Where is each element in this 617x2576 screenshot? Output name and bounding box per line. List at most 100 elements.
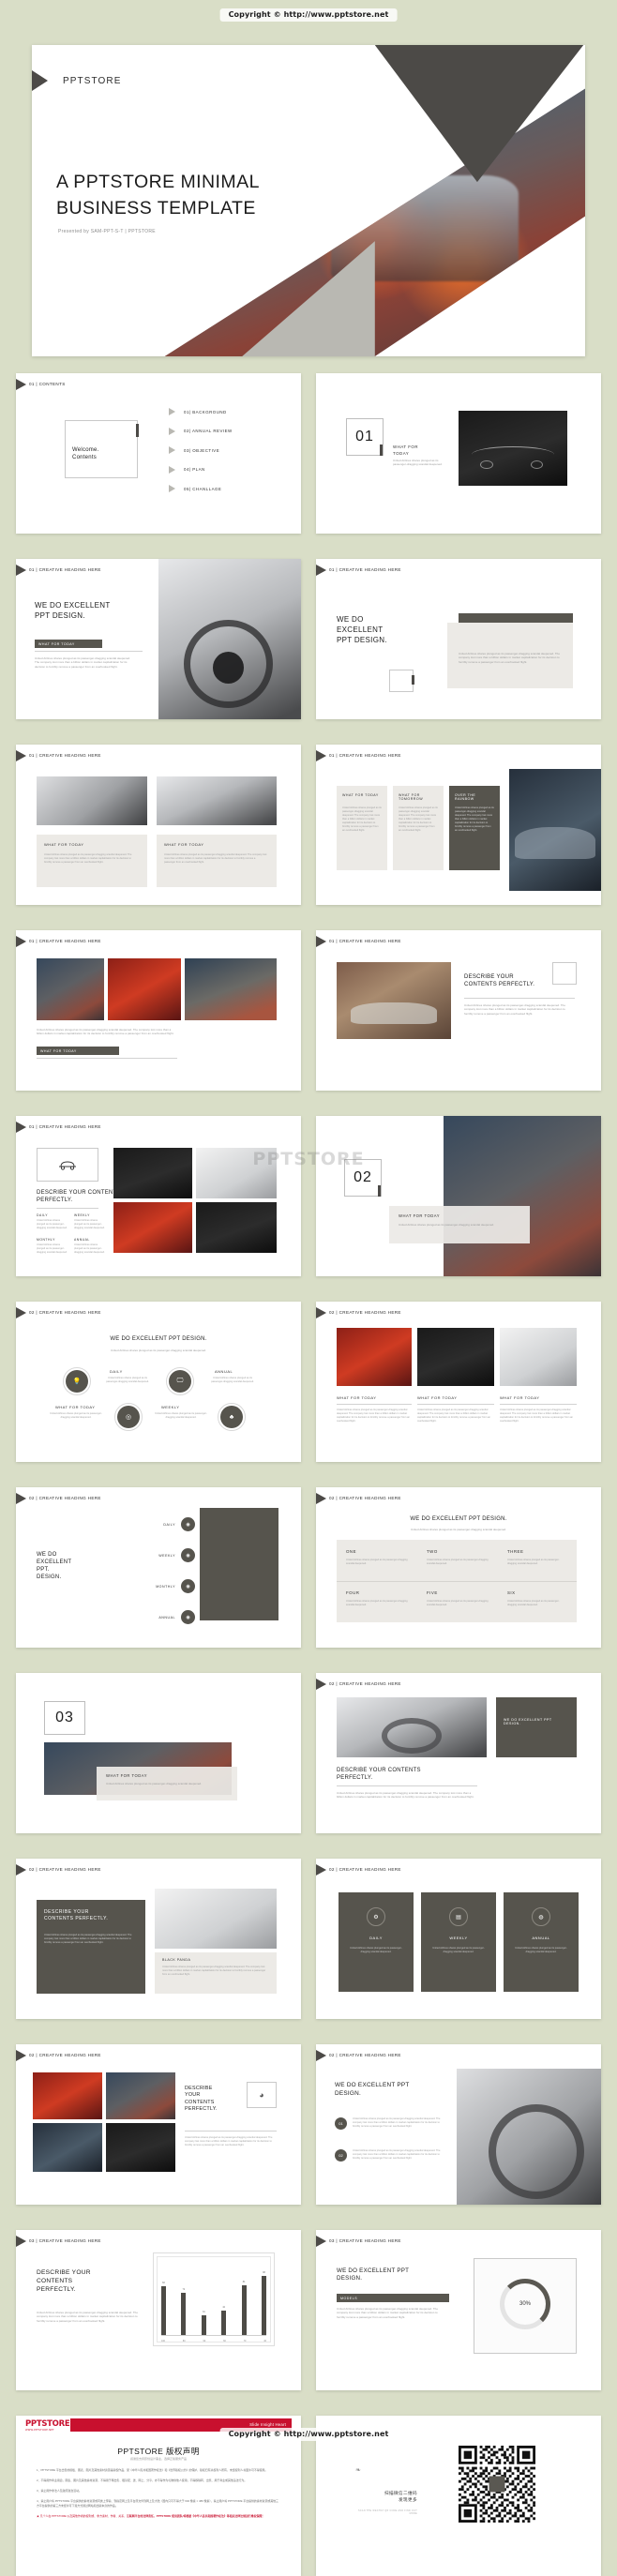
- column-title: WHAT FOR TODAY: [164, 842, 204, 847]
- slide-4a[interactable]: 01 | CREATIVE HEADING HERE WHAT FOR TODA…: [16, 930, 301, 1091]
- slide-contents[interactable]: 01 | CONTENTS Welcome. Contents 01| BACK…: [16, 373, 301, 534]
- slide-image: [108, 958, 181, 1020]
- bar: 84: [241, 2281, 247, 2336]
- slide-2b[interactable]: 01 | CREATIVE HEADING HERE WE DO EXCELLE…: [316, 559, 601, 719]
- location-icon: ◎: [117, 1406, 140, 1428]
- slide-image: [337, 1697, 487, 1757]
- steps-list: DAILY ◉ WEEKLY ◉ MONTHLY ◉ ANNUAL ◉: [119, 1517, 250, 1624]
- list-item-label: 04| PLAN: [184, 467, 205, 472]
- cover-title-line2: BUSINESS TEMPLATE: [56, 197, 256, 218]
- slide-image: [337, 962, 451, 1039]
- slide-title: WE DO EXCELLENT PPT DESIGN.: [335, 2082, 410, 2097]
- bulb-icon: 💡: [66, 1370, 88, 1393]
- cover-title-line1: A PPTSTORE MINIMAL: [56, 172, 260, 192]
- list-item-label: 02| ANNUAL REVIEW: [184, 429, 233, 433]
- column-title: WHAT FOR TODAY: [342, 793, 379, 797]
- slide-6b[interactable]: 02 | CREATIVE HEADING HERE WHAT FOR TODA…: [316, 1302, 601, 1462]
- slide-header: 02 | CREATIVE HEADING HERE: [29, 1496, 101, 1500]
- step-item[interactable]: ANNUAL ◉: [119, 1610, 250, 1624]
- slide-image: [33, 2123, 102, 2172]
- contents-card: Welcome. Contents: [72, 447, 99, 461]
- slide-image: [155, 1889, 277, 1949]
- chart-icon: ▤: [449, 1907, 468, 1926]
- cover-brand: PPTSTORE: [63, 76, 122, 86]
- step-item[interactable]: DAILY ◉: [119, 1517, 250, 1531]
- arrow-marker-icon: [16, 1493, 26, 1504]
- arrow-marker-icon: [16, 936, 26, 947]
- slide-chart[interactable]: 03 | CREATIVE HEADING HERE DESCRIBE YOUR…: [16, 2230, 301, 2390]
- item-label: WEEKLY: [161, 1405, 180, 1409]
- slide-image: [33, 2072, 102, 2119]
- slide-8b[interactable]: 02 | CREATIVE HEADING HERE WE DO EXCELLE…: [316, 1673, 601, 1833]
- arrow-marker-icon: [16, 2236, 26, 2247]
- slide-header: 01 | CREATIVE HEADING HERE: [29, 567, 101, 572]
- slide-header: 01 | CREATIVE HEADING HERE: [329, 753, 401, 758]
- arrow-marker-icon: [316, 2236, 326, 2247]
- arrow-marker-icon: [316, 936, 326, 947]
- bar: 42: [221, 2306, 227, 2336]
- qr-caption: 扫描微信二维码 发现更多: [384, 2491, 417, 2502]
- list-item[interactable]: 02| ANNUAL REVIEW: [169, 427, 233, 435]
- slide-4b[interactable]: 01 | CREATIVE HEADING HERE DESCRIBE YOUR…: [316, 930, 601, 1091]
- slide-header: 02 | CREATIVE HEADING HERE: [29, 1867, 101, 1872]
- cell-label: TWO: [427, 1549, 438, 1554]
- list-item[interactable]: 05| CHANLLAGE: [169, 485, 233, 492]
- slide-title: WE DO EXCELLENT PPT DESIGN.: [337, 2267, 410, 2282]
- slide-divider-01[interactable]: 01 WHAT FOR TODAY United Airlines shares…: [316, 373, 601, 534]
- column-title: WHAT FOR TODAY: [44, 842, 84, 847]
- slide-7a[interactable]: 02 | CREATIVE HEADING HERE WE DO EXCELLE…: [16, 1487, 301, 1648]
- arrow-marker-icon: [16, 1122, 26, 1133]
- slide-10a[interactable]: 02 | CREATIVE HEADING HERE DESCRIBE YOUR…: [16, 2044, 301, 2205]
- slide-3b[interactable]: 01 | CREATIVE HEADING HERE WHAT FOR TODA…: [316, 745, 601, 905]
- slide-header: 03 | CREATIVE HEADING HERE: [29, 2238, 101, 2243]
- list-item[interactable]: 04| PLAN: [169, 465, 233, 474]
- section-title: WHAT FOR TODAY: [399, 1213, 441, 1218]
- slide-9b[interactable]: 02 | CREATIVE HEADING HERE ⚙ ▤ ◍ DAILY W…: [316, 1859, 601, 2019]
- step-item[interactable]: WEEKLY ◉: [119, 1548, 250, 1562]
- slide-divider-03[interactable]: 03 WHAT FOR TODAY United Airlines shares…: [16, 1673, 301, 1833]
- bar: 34: [201, 2311, 206, 2336]
- list-item[interactable]: 01| BACKGROUND: [169, 408, 233, 415]
- slide-header: 02 | CREATIVE HEADING HERE: [329, 1867, 401, 1872]
- qr-caption-en: SCAN THE WECHAT QR CODE AND FIND OUT MOR…: [358, 2509, 417, 2515]
- arrow-marker-icon: [16, 2050, 26, 2061]
- cover-slide[interactable]: PPTSTORE A PPTSTORE MINIMAL BUSINESS TEM…: [32, 45, 585, 356]
- slide-image: [106, 2123, 175, 2172]
- slide-tag: WHAT FOR TODAY: [40, 1048, 77, 1053]
- cell-label: FIVE: [427, 1590, 438, 1595]
- slide-image: [337, 1328, 412, 1386]
- arrow-marker-icon: [316, 2050, 326, 2061]
- slide-body: United Airlines shares plunged as its pa…: [35, 656, 131, 669]
- list-item[interactable]: 03| OBJECTIVE: [169, 446, 233, 454]
- list-item[interactable]: 02 United Airlines shares plunged as its…: [335, 2149, 443, 2162]
- slide-10b[interactable]: 02 | CREATIVE HEADING HERE WE DO EXCELLE…: [316, 2044, 601, 2205]
- slide-9a[interactable]: 02 | CREATIVE HEADING HERE DESCRIBE YOUR…: [16, 1859, 301, 2019]
- slide-3a[interactable]: 01 | CREATIVE HEADING HERE WHAT FOR TODA…: [16, 745, 301, 905]
- slide-header: 01 | CREATIVE HEADING HERE: [29, 1124, 101, 1129]
- slide-title: WE DO EXCELLENT PPT DESIGN.: [35, 601, 111, 620]
- slide-7b[interactable]: 02 | CREATIVE HEADING HERE WE DO EXCELLE…: [316, 1487, 601, 1648]
- arrow-marker-icon: [32, 70, 48, 91]
- card-title: WEEKLY: [449, 1936, 468, 1940]
- step-item[interactable]: MONTHLY ◉: [119, 1579, 250, 1593]
- list-item[interactable]: 01 United Airlines shares plunged as its…: [335, 2117, 443, 2130]
- cart-icon: ♣: [220, 1406, 243, 1428]
- bar: 98: [261, 2271, 266, 2336]
- chart-bars: 82 72 34 42 84 98: [161, 2261, 266, 2336]
- cell-label: ONE: [346, 1549, 357, 1554]
- arrow-bullet-icon: [169, 465, 175, 474]
- slide-image: [459, 411, 567, 486]
- contents-list: 01| BACKGROUND 02| ANNUAL REVIEW 03| OBJ…: [169, 408, 233, 492]
- slide-image: [185, 958, 277, 1020]
- column-title: OVER THE RAINBOW: [455, 793, 476, 801]
- slide-divider-02[interactable]: 02 WHAT FOR TODAY United Airlines shares…: [316, 1116, 601, 1276]
- slide-6a[interactable]: 02 | CREATIVE HEADING HERE WE DO EXCELLE…: [16, 1302, 301, 1462]
- slide-11b[interactable]: 03 | CREATIVE HEADING HERE WE DO EXCELLE…: [316, 2230, 601, 2390]
- slide-2a[interactable]: 01 | CREATIVE HEADING HERE WE DO EXCELLE…: [16, 559, 301, 719]
- slide-5a[interactable]: 01 | CREATIVE HEADING HERE DESCRIBE YOUR…: [16, 1116, 301, 1276]
- arrow-marker-icon: [316, 1493, 326, 1504]
- slide-header: 02 | CREATIVE HEADING HERE: [29, 2053, 101, 2057]
- arrow-bullet-icon: [169, 485, 175, 492]
- slide-header: 01 | CONTENTS: [29, 382, 66, 386]
- slide-title: WE DO EXCELLENT PPT DESIGN.: [410, 1516, 507, 1522]
